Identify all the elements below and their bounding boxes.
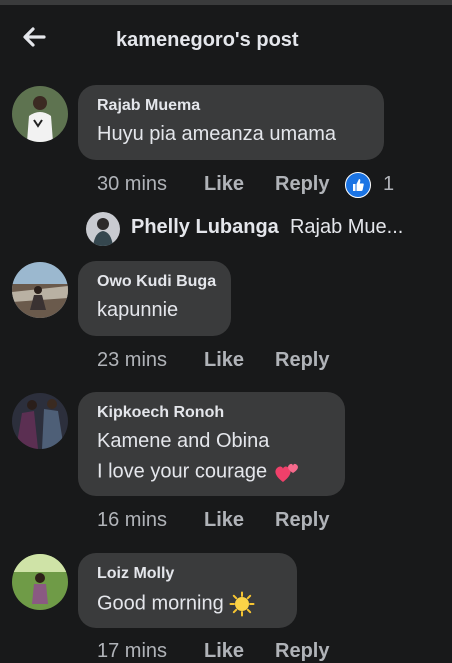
avatar[interactable] [12, 86, 68, 142]
comment-bubble[interactable]: Rajab Muema Huyu pia ameanza umama [78, 85, 384, 160]
like-button[interactable]: Like [204, 173, 244, 196]
like-button[interactable]: Like [204, 509, 244, 532]
comment-timestamp: 23 mins [97, 349, 168, 371]
reply-button[interactable]: Reply [275, 173, 329, 196]
comment-text-line-2: I love your courage [97, 460, 301, 484]
avatar[interactable] [86, 212, 120, 246]
comment-timestamp: 30 mins [97, 173, 168, 195]
avatar[interactable] [12, 262, 68, 318]
page-title: kamenegoro's post [116, 29, 299, 51]
comment-author[interactable]: Owo Kudi Buga [97, 273, 216, 291]
reply-author[interactable]: Phelly Lubanga [131, 216, 279, 238]
comment-text-line-1: Kamene and Obina [97, 430, 270, 452]
avatar[interactable] [12, 554, 68, 610]
comment-text: Huyu pia ameanza umama [97, 123, 337, 145]
reply-button[interactable]: Reply [275, 509, 329, 532]
two-hearts-icon [275, 463, 298, 482]
like-button[interactable]: Like [204, 349, 244, 372]
reply-button[interactable]: Reply [275, 349, 329, 372]
thumbs-up-icon[interactable] [345, 172, 371, 198]
reply-preview[interactable]: Phelly Lubanga Rajab Mue... [131, 216, 403, 239]
comment-author[interactable]: Rajab Muema [97, 97, 200, 115]
comment-text: kapunnie [97, 299, 179, 321]
comment-text: Good morning [97, 591, 255, 617]
reply-snippet: Rajab Mue... [289, 216, 404, 238]
reaction-count[interactable]: 1 [383, 173, 394, 196]
arrow-left-icon[interactable] [20, 23, 48, 51]
avatar[interactable] [12, 393, 68, 449]
comment-author[interactable]: Kipkoech Ronoh [97, 404, 224, 422]
comment-bubble[interactable]: Loiz Molly Good morning [78, 553, 297, 628]
comment-author[interactable]: Loiz Molly [97, 565, 174, 583]
comment-bubble[interactable]: Owo Kudi Buga kapunnie [78, 261, 231, 336]
comment-timestamp: 16 mins [97, 509, 168, 531]
sun-icon [229, 591, 255, 617]
app-header: kamenegoro's post [0, 5, 452, 75]
comment-bubble[interactable]: Kipkoech Ronoh Kamene and Obina I love y… [78, 392, 345, 496]
